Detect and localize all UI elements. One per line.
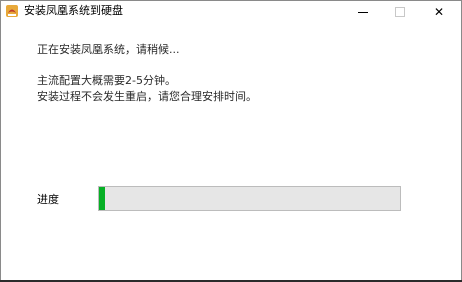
minimize-icon <box>358 11 368 13</box>
maximize-button <box>378 1 422 23</box>
window-title: 安装凤凰系统到硬盘 <box>24 4 123 17</box>
title-bar[interactable]: 安装凤凰系统到硬盘 ✕ <box>1 1 461 23</box>
progress-label: 进度 <box>37 193 59 206</box>
duration-text: 主流配置大概需要2-5分钟。 <box>37 74 176 87</box>
maximize-icon <box>395 7 405 17</box>
status-text: 正在安装凤凰系统，请稍候... <box>37 43 180 56</box>
installer-window: 安装凤凰系统到硬盘 ✕ 正在安装凤凰系统，请稍候... 主流配置大概需要2-5分… <box>0 0 462 282</box>
close-button[interactable]: ✕ <box>417 1 461 23</box>
restart-note-text: 安装过程不会发生重启，请您合理安排时间。 <box>37 90 257 103</box>
phoenix-app-icon <box>6 5 18 17</box>
window-content: 正在安装凤凰系统，请稍候... 主流配置大概需要2-5分钟。 安装过程不会发生重… <box>1 23 461 281</box>
close-icon: ✕ <box>433 5 445 19</box>
progress-fill <box>99 187 105 210</box>
progress-bar <box>98 186 401 211</box>
